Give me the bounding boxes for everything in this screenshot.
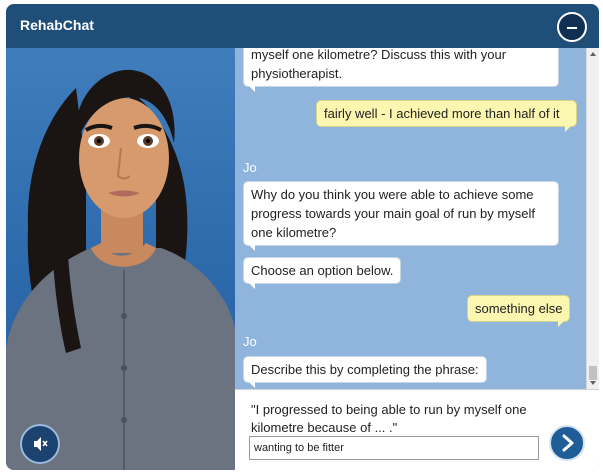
title-bar: RehabChat <box>6 4 599 48</box>
rehabchat-window: RehabChat myself one kilometre? Discuss … <box>6 4 599 470</box>
bot-message: Choose an option below. <box>243 257 402 289</box>
answer-input[interactable] <box>249 436 539 460</box>
avatar-panel <box>6 48 235 470</box>
speaker-muted-icon <box>34 437 48 451</box>
chat-scrollbar[interactable] <box>586 48 599 389</box>
compose-panel: "I progressed to being able to run by my… <box>235 389 599 470</box>
bot-message: Describe this by completing the phrase: <box>243 356 487 388</box>
user-message: something else <box>467 295 571 327</box>
app-title: RehabChat <box>20 17 94 33</box>
user-message: fairly well - I achieved more than half … <box>316 100 577 132</box>
send-button[interactable] <box>549 425 585 461</box>
mute-button[interactable] <box>20 424 60 464</box>
minimize-button[interactable] <box>557 12 587 42</box>
avatar <box>6 69 235 470</box>
sender-name: Jo <box>243 160 257 175</box>
bot-message: Why do you think you were able to achiev… <box>243 181 559 251</box>
chevron-right-icon <box>562 434 574 452</box>
scroll-up-icon[interactable] <box>590 52 596 56</box>
phrase-prompt: "I progressed to being able to run by my… <box>251 402 527 435</box>
minus-icon <box>567 27 577 29</box>
scroll-thumb[interactable] <box>589 366 597 380</box>
sender-name: Jo <box>243 334 257 349</box>
scroll-down-icon[interactable] <box>590 381 596 385</box>
bot-message: myself one kilometre? Discuss this with … <box>243 48 559 92</box>
chat-transcript: myself one kilometre? Discuss this with … <box>235 48 586 389</box>
